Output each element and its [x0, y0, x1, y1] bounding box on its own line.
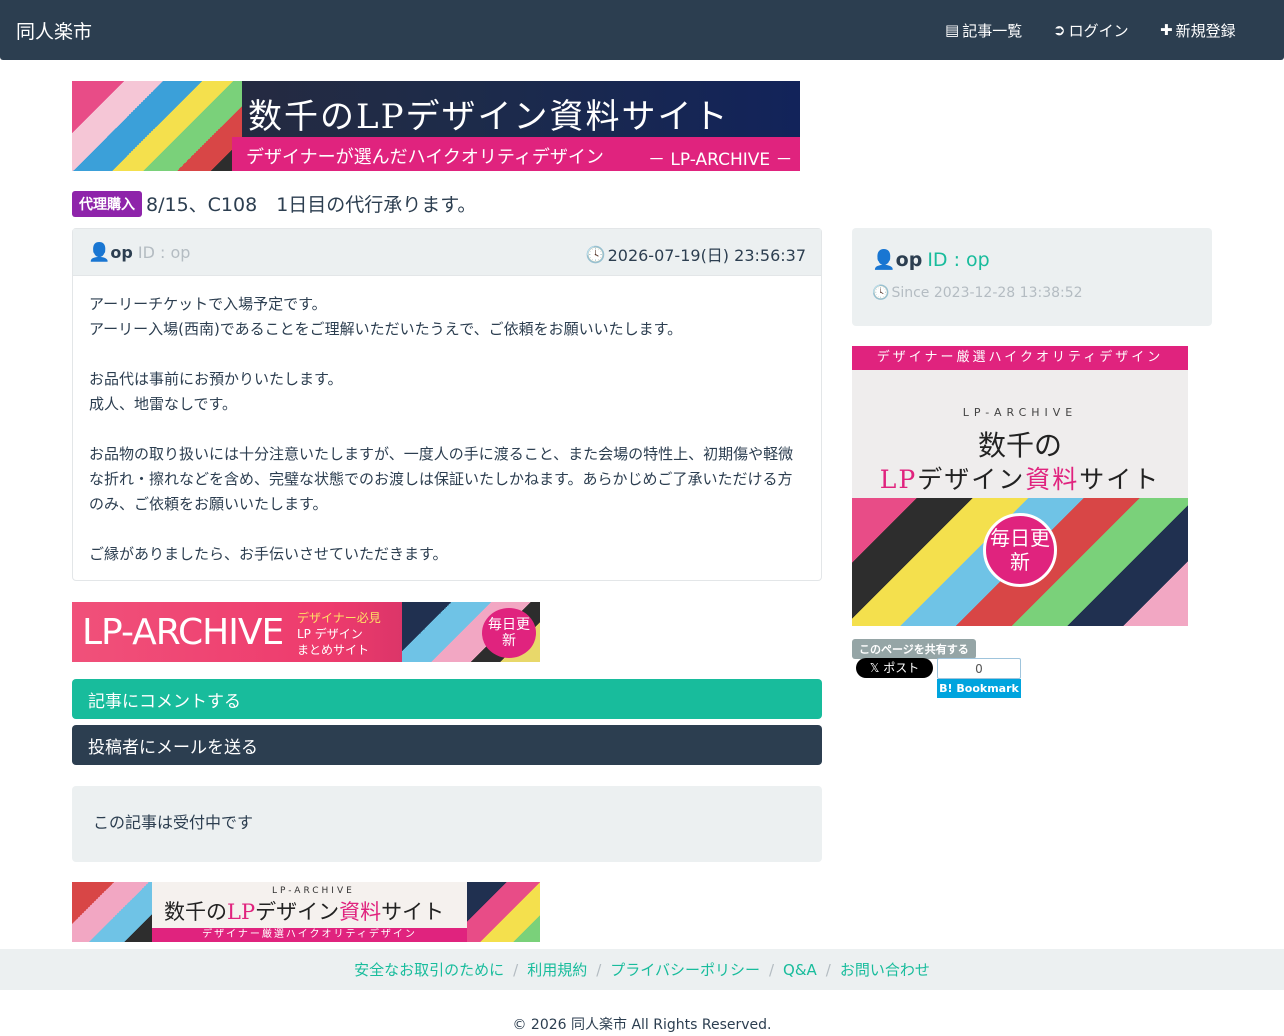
- banner-bottom-right-pictures: [467, 882, 540, 942]
- banner-bottom-title-e: サイト: [381, 900, 445, 924]
- post-date: 🕓 2026-07-19(日) 23:56:37: [586, 242, 806, 266]
- footer-separator: /: [825, 960, 831, 979]
- side-ad-line2-b: デザイン: [917, 465, 1026, 494]
- banner-bottom-title-b: LP: [227, 900, 256, 924]
- profile-since: 🕓 Since 2023-12-28 13:38:52: [872, 285, 1083, 301]
- plus-icon: ✚: [1160, 21, 1173, 39]
- post-line: ご縁がありましたら、お手伝いさせていただきます。: [89, 545, 448, 563]
- user-icon: 👤: [88, 242, 111, 263]
- profile-id: ID : op: [927, 248, 990, 271]
- footer-link-safety[interactable]: 安全なお取引のために: [354, 959, 504, 980]
- footer-link-qa[interactable]: Q&A: [783, 961, 817, 979]
- post-gap: [89, 342, 804, 367]
- author-name: op: [110, 243, 133, 262]
- side-ad-top-bar: デザイナー厳選ハイクオリティデザイン: [852, 346, 1188, 370]
- nav-login[interactable]: ➲ ログイン: [1053, 20, 1129, 41]
- login-icon: ➲: [1053, 21, 1066, 39]
- banner-mid-line1: デザイナー必見: [297, 611, 381, 625]
- comment-button[interactable]: 記事にコメントする: [72, 679, 822, 719]
- banner-mid-line3: まとめサイト: [297, 643, 370, 657]
- list-icon: ▤: [945, 21, 960, 39]
- side-ad-daily-badge: 毎日更新: [983, 513, 1057, 587]
- brand-logo[interactable]: 同人楽市: [16, 17, 92, 44]
- banner-mid-daily-badge: 毎日更新: [482, 608, 536, 658]
- top-ad-banner[interactable]: 数千のLPデザイン資料サイト デザイナーが選んだハイクオリティデザイン － LP…: [72, 81, 800, 171]
- side-ad-line2-c: 資料: [1025, 465, 1080, 494]
- banner-subtitle: デザイナーが選んだハイクオリティデザイン: [246, 147, 604, 168]
- share-label: このページを共有する: [852, 639, 976, 659]
- article-heading: 代理購入 8/15、C108 1日目の代行承ります。: [72, 190, 476, 217]
- banner-bottom-left-pictures: [72, 882, 152, 942]
- middle-ad-banner[interactable]: LP-ARCHIVE デザイナー必見 LP デザイン まとめサイト 毎日更新: [72, 602, 540, 662]
- post-line: お品代は事前にお預かりいたします。: [89, 370, 343, 388]
- side-ad-line2-d: サイト: [1079, 465, 1161, 494]
- banner-mid-line2: LP デザイン: [297, 627, 363, 641]
- nav-article-list[interactable]: ▤ 記事一覧: [945, 20, 1022, 41]
- post-date-text: 2026-07-19(日) 23:56:37: [607, 246, 806, 265]
- banner-bottom-title-d: 資料: [339, 900, 382, 924]
- clock-icon: 🕓: [585, 244, 606, 264]
- post-line: 成人、地雷なしです。: [89, 395, 238, 413]
- hatena-label: B! Bookmark: [937, 679, 1021, 698]
- side-ad-banner[interactable]: デザイナー厳選ハイクオリティデザイン LP-ARCHIVE 数千の LPデザイン…: [852, 346, 1188, 626]
- bottom-ad-banner[interactable]: LP-ARCHIVE 数千のLPデザイン資料サイト デザイナー厳選ハイクオリティ…: [72, 882, 540, 942]
- side-ad-brand: LP-ARCHIVE: [962, 406, 1078, 419]
- user-icon: 👤: [872, 249, 896, 271]
- footer-links: 安全なお取引のために / 利用規約 / プライバシーポリシー / Q&A / お…: [0, 949, 1284, 990]
- navbar: 同人楽市 ▤ 記事一覧 ➲ ログイン ✚ 新規登録: [0, 0, 1284, 60]
- post-line: アーリーチケットで入場予定です。: [89, 295, 327, 313]
- post-gap: [89, 517, 804, 542]
- footer-separator: /: [596, 960, 602, 979]
- copyright: © 2026 同人楽市 All Rights Reserved.: [512, 1017, 772, 1033]
- profile-username: op: [895, 248, 923, 271]
- footer-separator: /: [513, 960, 519, 979]
- mail-author-button[interactable]: 投稿者にメールを送る: [72, 725, 822, 765]
- clock-icon: 🕓: [872, 285, 890, 301]
- footer-link-contact[interactable]: お問い合わせ: [840, 959, 930, 980]
- side-ad-line1: 数千の: [977, 429, 1062, 462]
- post-line: アーリー入場(西南)であることをご理解いただいたうえで、ご依頼をお願いいたします…: [89, 320, 683, 338]
- nav-register-label: 新規登録: [1175, 22, 1236, 40]
- footer-separator: /: [768, 960, 775, 979]
- post-header: 👤 op ID : op 🕓 2026-07-19(日) 23:56:37: [73, 229, 821, 276]
- author-id: ID : op: [137, 243, 191, 262]
- category-badge: 代理購入: [72, 190, 142, 217]
- post-line: お品物の取り扱いには十分注意いたしますが、一度人の手に渡ること、また会場の特性上…: [89, 445, 794, 513]
- banner-bottom-bar: デザイナー厳選ハイクオリティデザイン: [152, 928, 467, 942]
- nav-article-list-label: 記事一覧: [962, 22, 1023, 40]
- profile-box: 👤 op ID : op 🕓 Since 2023-12-28 13:38:52: [852, 228, 1212, 326]
- side-ad-line2: LPデザイン資料サイト: [852, 460, 1188, 496]
- profile-name[interactable]: 👤 op ID : op: [872, 248, 990, 272]
- banner-bottom-title-a: 数千の: [164, 900, 227, 924]
- footer-link-terms[interactable]: 利用規約: [527, 959, 587, 980]
- nav-login-label: ログイン: [1068, 22, 1129, 40]
- post-card: 👤 op ID : op 🕓 2026-07-19(日) 23:56:37 アー…: [72, 228, 822, 581]
- banner-thumbnails: [72, 81, 242, 171]
- banner-mid-logo: LP-ARCHIVE: [82, 612, 284, 653]
- banner-bottom-brand: LP-ARCHIVE: [272, 886, 355, 896]
- banner-bottom-title-c: デザイン: [255, 900, 340, 924]
- post-author[interactable]: 👤 op ID : op: [88, 242, 190, 263]
- x-post-button[interactable]: 𝕏 ポスト: [856, 658, 933, 678]
- banner-bottom-title: 数千のLPデザイン資料サイト: [164, 896, 444, 926]
- post-body: アーリーチケットで入場予定です。 アーリー入場(西南)であることをご理解いただい…: [89, 292, 804, 567]
- footer-link-privacy[interactable]: プライバシーポリシー: [610, 959, 760, 980]
- nav-register[interactable]: ✚ 新規登録: [1160, 20, 1236, 41]
- status-box: この記事は受付中です: [72, 786, 822, 862]
- profile-since-text: Since 2023-12-28 13:38:52: [891, 285, 1083, 301]
- status-text: この記事は受付中です: [93, 813, 254, 832]
- hatena-count: 0: [937, 658, 1021, 679]
- banner-title: 数千のLPデザイン資料サイト: [248, 97, 730, 137]
- hatena-bookmark-button[interactable]: 0 B! Bookmark: [937, 658, 1021, 698]
- post-gap: [89, 417, 804, 442]
- banner-brand: － LP-ARCHIVE －: [648, 150, 793, 170]
- article-title: 8/15、C108 1日目の代行承ります。: [146, 194, 477, 216]
- side-ad-line2-a: LP: [879, 465, 918, 494]
